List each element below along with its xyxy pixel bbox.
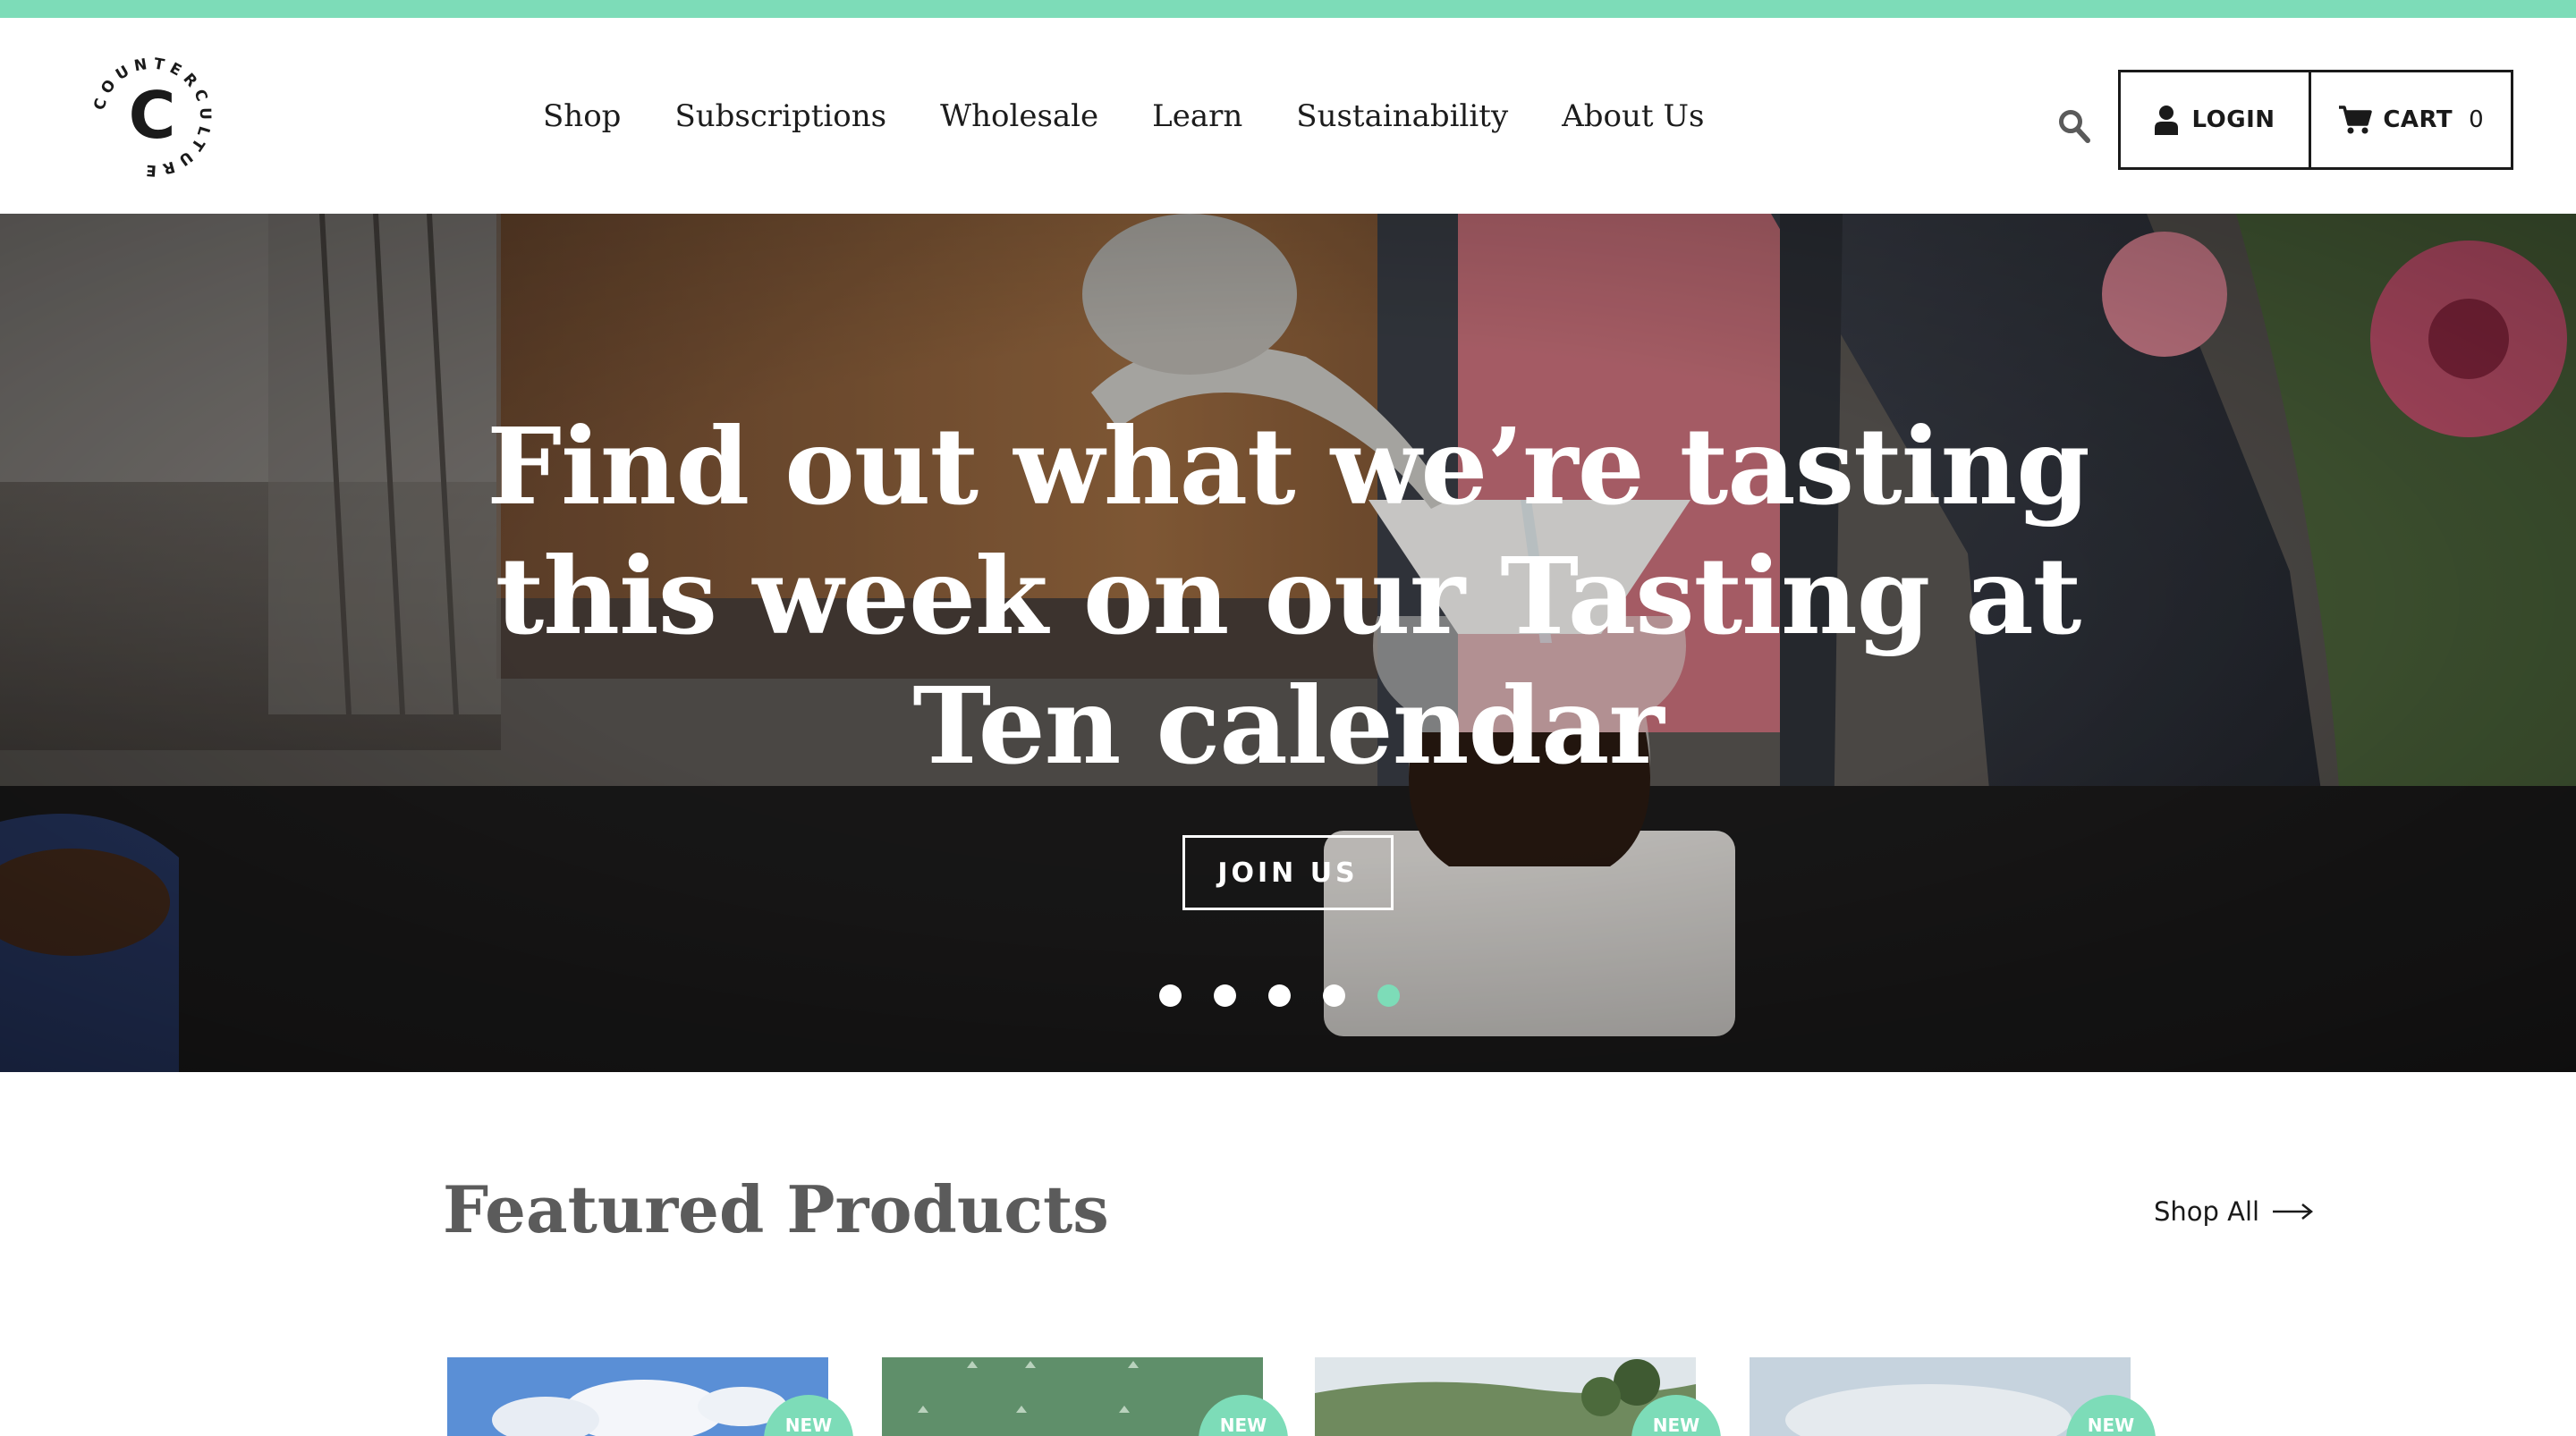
login-button[interactable]: LOGIN [2121, 72, 2311, 167]
join-us-button[interactable]: JOIN US [1182, 835, 1394, 910]
login-label: LOGIN [2191, 106, 2275, 133]
slider-dot-2[interactable] [1214, 984, 1236, 1007]
slider-dot-5[interactable] [1377, 984, 1400, 1007]
search-icon[interactable] [2058, 109, 2090, 143]
nav-item-shop[interactable]: Shop [543, 98, 621, 134]
nav-item-about-us[interactable]: About Us [1562, 98, 1704, 134]
slider-dot-4[interactable] [1323, 984, 1345, 1007]
nav-item-wholesale[interactable]: Wholesale [940, 98, 1098, 134]
arrow-right-icon [2273, 1204, 2314, 1220]
slider-dots [1159, 984, 1400, 1007]
cart-button[interactable]: CART 0 [2311, 72, 2511, 167]
account-cart-group: LOGIN CART 0 [2118, 70, 2513, 170]
main-nav: Shop Subscriptions Wholesale Learn Susta… [543, 18, 1758, 214]
slider-dot-1[interactable] [1159, 984, 1182, 1007]
featured-products-title: Featured Products [443, 1171, 1109, 1247]
hero-title: Find out what we’re tasting this week on… [487, 404, 2090, 788]
hero-slider: Find out what we’re tasting this week on… [0, 214, 2576, 1072]
user-icon [2155, 106, 2179, 135]
cart-label: CART [2383, 106, 2453, 133]
site-header: COUNTERCULTURE C Shop Subscriptions Whol… [0, 18, 2576, 214]
cart-icon [2339, 106, 2373, 134]
cart-count: 0 [2469, 106, 2484, 133]
top-accent-bar [0, 0, 2576, 18]
nav-item-learn[interactable]: Learn [1152, 98, 1242, 134]
slider-dot-3[interactable] [1268, 984, 1291, 1007]
nav-item-sustainability[interactable]: Sustainability [1296, 98, 1508, 134]
counterculture-logo[interactable]: COUNTERCULTURE C [89, 50, 215, 184]
shop-all-link[interactable]: Shop All [2154, 1196, 2314, 1227]
nav-item-subscriptions[interactable]: Subscriptions [674, 98, 886, 134]
logo-mark: COUNTERCULTURE C [90, 55, 208, 179]
shop-all-label: Shop All [2154, 1196, 2260, 1227]
svg-text:C: C [129, 78, 176, 153]
